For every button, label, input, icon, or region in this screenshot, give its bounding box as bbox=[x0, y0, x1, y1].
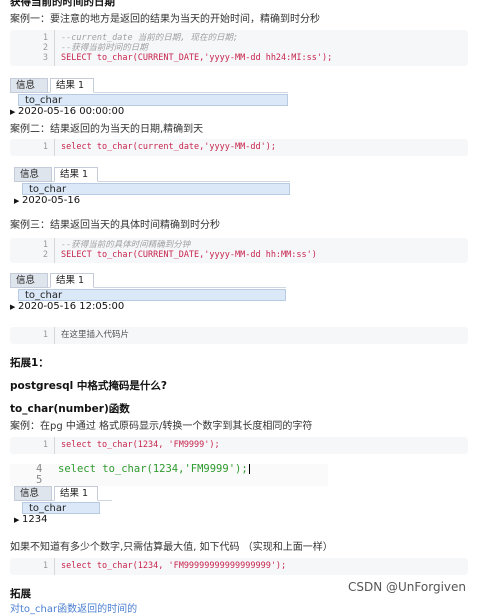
code-text: select to_char(1234, 'FM9999'); bbox=[61, 440, 220, 450]
editor-screenshot: 4 select to_char(1234,'FM9999'); 5 bbox=[10, 464, 328, 486]
editor-line: 4 select to_char(1234,'FM9999'); bbox=[36, 464, 250, 475]
line-number: 1 bbox=[42, 440, 48, 450]
article-link[interactable]: 对to_char函数返回的时间的 bbox=[10, 600, 137, 615]
result-tabs-1: 信息 结果 1 bbox=[10, 78, 288, 93]
code-line: 1 在这里插入代码片 bbox=[10, 330, 468, 340]
table-row[interactable]: ▶ 2020-05-16 00:00:00 bbox=[10, 105, 124, 118]
code-block-1[interactable]: 1 --current_date 当前的日期, 现在的日期; 2 --获得当前时… bbox=[10, 30, 468, 66]
line-number: 2 bbox=[42, 43, 48, 53]
section-heading-current-date: 获得当前的时间的日期 bbox=[10, 0, 115, 8]
code-text: to_char(1234,'FM9999'); bbox=[95, 463, 248, 475]
code-block-2[interactable]: 1 select to_char(current_date,'yyyy-MM-d… bbox=[10, 139, 468, 156]
code-line: 1 select to_char(1234, 'FM9999'); bbox=[10, 440, 468, 450]
cell-value: 1234 bbox=[22, 514, 48, 525]
code-text: select to_char(1234, 'FM9999999999999999… bbox=[61, 561, 287, 571]
code-comment: --current_date 当前的日期, 现在的日期; bbox=[61, 33, 239, 43]
code-text: SELECT to_char(CURRENT_DATE,'yyyy-MM-dd … bbox=[61, 250, 317, 260]
tab-result-1[interactable]: 结果 1 bbox=[50, 273, 94, 288]
extension-heading: 拓展 bbox=[10, 588, 31, 600]
tab-info[interactable]: 信息 bbox=[10, 273, 48, 288]
keyword-select: select bbox=[58, 463, 96, 475]
table-row[interactable]: ▶ 2020-05-16 bbox=[14, 194, 80, 207]
code-text: SELECT to_char(CURRENT_DATE,'yyyy-MM-dd … bbox=[61, 53, 333, 63]
line-number: 1 bbox=[42, 330, 48, 340]
estimate-description: 如果不知道有多少个数字,只需估算最大值, 如下代码 （实现和上面一样） bbox=[10, 542, 333, 553]
extension-1-heading: 拓展1： bbox=[10, 357, 49, 369]
result-tabs-3: 信息 结果 1 bbox=[10, 273, 286, 288]
csdn-watermark: CSDN @UnForgiven bbox=[348, 580, 466, 594]
code-block-3[interactable]: 1 --获得当前的具体时间精确到分钟 2 SELECT to_char(CURR… bbox=[10, 238, 468, 263]
row-pointer-icon: ▶ bbox=[14, 516, 20, 524]
case-pg-description: 案例：在pg 中通过 格式原码显示/转换一个数字到其长度相同的字符 bbox=[10, 421, 313, 432]
result-tabs-4: 信息 结果 1 bbox=[14, 486, 112, 501]
code-comment: --获得当前的具体时间精确到分钟 bbox=[61, 240, 191, 250]
line-number: 1 bbox=[42, 561, 48, 571]
tab-result-1[interactable]: 结果 1 bbox=[50, 78, 94, 93]
code-line: 3 SELECT to_char(CURRENT_DATE,'yyyy-MM-d… bbox=[10, 53, 468, 63]
line-number: 1 bbox=[42, 240, 48, 250]
tab-result-1[interactable]: 结果 1 bbox=[54, 167, 98, 182]
table-row[interactable]: ▶ 1234 bbox=[14, 513, 47, 526]
tab-info[interactable]: 信息 bbox=[10, 78, 48, 93]
question-heading: postgresql 中格式掩码是什么? bbox=[10, 380, 167, 392]
code-block-5[interactable]: 1 select to_char(1234, 'FM9999'); bbox=[10, 437, 468, 454]
function-heading: to_char(number)函数 bbox=[10, 403, 130, 415]
cell-value: 2020-05-16 00:00:00 bbox=[18, 106, 125, 117]
row-pointer-icon: ▶ bbox=[10, 303, 16, 311]
tab-info[interactable]: 信息 bbox=[14, 486, 52, 501]
line-number: 1 bbox=[42, 33, 48, 43]
case1-description: 案例一：要注意的地方是返回的结果为当天的开始时间，精确到时分秒 bbox=[10, 14, 320, 25]
row-pointer-icon: ▶ bbox=[14, 197, 20, 205]
line-number: 5 bbox=[36, 474, 43, 486]
code-line: 2 SELECT to_char(CURRENT_DATE,'yyyy-MM-d… bbox=[10, 250, 468, 260]
line-number: 2 bbox=[42, 250, 48, 260]
tab-result-1[interactable]: 结果 1 bbox=[54, 486, 98, 501]
cell-value: 2020-05-16 12:05:00 bbox=[18, 301, 125, 312]
cell-value: 2020-05-16 bbox=[22, 195, 81, 206]
editor-line: 5 bbox=[36, 475, 58, 486]
code-block-6[interactable]: 1 select to_char(1234, 'FM99999999999999… bbox=[10, 558, 468, 575]
code-block-4[interactable]: 1 在这里插入代码片 bbox=[10, 327, 468, 344]
line-number: 3 bbox=[42, 53, 48, 63]
case2-description: 案例二：结果返回的为当天的日期,精确到天 bbox=[10, 124, 204, 135]
row-pointer-icon: ▶ bbox=[10, 108, 16, 116]
code-line: 1 --current_date 当前的日期, 现在的日期; bbox=[10, 33, 468, 43]
tab-info[interactable]: 信息 bbox=[14, 167, 52, 182]
code-text: select to_char(current_date,'yyyy-MM-dd'… bbox=[61, 142, 276, 152]
line-number: 1 bbox=[42, 142, 48, 152]
code-comment: --获得当前时间的日期 bbox=[61, 43, 148, 53]
table-row[interactable]: ▶ 2020-05-16 12:05:00 bbox=[10, 300, 124, 313]
code-line: 1 --获得当前的具体时间精确到分钟 bbox=[10, 240, 468, 250]
result-tabs-2: 信息 结果 1 bbox=[14, 167, 290, 182]
code-line: 1 select to_char(1234, 'FM99999999999999… bbox=[10, 561, 468, 571]
case3-description: 案例三：结果返回当天的具体时间精确到时分秒 bbox=[10, 220, 220, 231]
code-text: 在这里插入代码片 bbox=[61, 330, 130, 340]
text-cursor bbox=[248, 464, 250, 474]
code-line: 2 --获得当前时间的日期 bbox=[10, 43, 468, 53]
code-line: 1 select to_char(current_date,'yyyy-MM-d… bbox=[10, 142, 468, 152]
